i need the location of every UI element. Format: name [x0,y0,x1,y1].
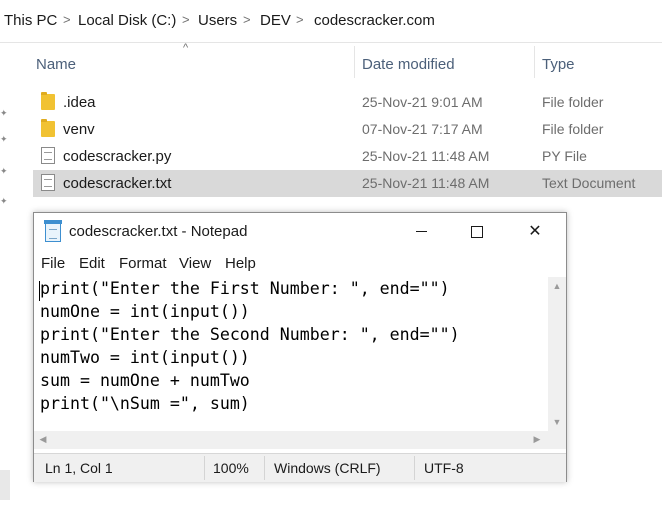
list-item[interactable]: .idea 25-Nov-21 9:01 AM File folder [33,89,662,116]
chevron-right-icon[interactable]: > [182,12,190,27]
scroll-right-icon[interactable]: ▶ [528,434,546,445]
text-file-icon [41,174,55,191]
column-divider[interactable] [354,46,355,78]
column-header-name[interactable]: Name [36,56,76,73]
navigation-pane-edge: ✦ ✦ ✦ ✦ [0,78,12,208]
file-name: codescracker.txt [63,175,172,192]
chevron-right-icon[interactable]: > [296,12,304,27]
status-bar: Ln 1, Col 1 100% Windows (CRLF) UTF-8 [34,453,566,482]
file-date: 25-Nov-21 11:48 AM [362,175,490,191]
list-item[interactable]: venv 07-Nov-21 7:17 AM File folder [33,116,662,143]
menu-edit[interactable]: Edit [79,255,105,272]
chevron-right-icon[interactable]: > [63,12,71,27]
chevron-right-icon[interactable]: > [243,12,251,27]
zoom-level: 100% [213,460,249,476]
code-line: numTwo = int(input()) [40,348,250,367]
breadcrumb-local-disk[interactable]: Local Disk (C:) [78,12,176,29]
file-date: 25-Nov-21 9:01 AM [362,94,483,110]
status-divider [414,456,415,480]
menu-bar: File Edit Format View Help [34,251,566,277]
scroll-left-icon[interactable]: ◀ [34,434,52,445]
breadcrumb-dev[interactable]: DEV [260,12,291,29]
pin-icon: ✦ [0,196,8,206]
scroll-up-icon[interactable]: ▲ [548,281,566,291]
code-line: print("Enter the Second Number: ", end="… [40,325,460,344]
breadcrumb-users[interactable]: Users [198,12,237,29]
file-type: File folder [542,121,604,137]
cursor-position: Ln 1, Col 1 [45,460,113,476]
line-ending: Windows (CRLF) [274,460,381,476]
list-item-selected[interactable]: codescracker.txt 25-Nov-21 11:48 AM Text… [33,170,662,197]
folder-icon [41,119,55,137]
minimize-button[interactable] [398,213,444,251]
navigation-pane-scroll [0,470,10,500]
encoding: UTF-8 [424,460,464,476]
pin-icon: ✦ [0,166,8,176]
file-name: .idea [63,94,96,111]
list-item[interactable]: codescracker.py 25-Nov-21 11:48 AM PY Fi… [33,143,662,170]
file-name: codescracker.py [63,148,172,165]
column-header-date-modified[interactable]: Date modified [362,56,455,73]
menu-help[interactable]: Help [225,255,256,272]
file-type: Text Document [542,175,636,191]
file-type: File folder [542,94,604,110]
scrollbar-corner [548,431,566,449]
notepad-icon [44,220,62,242]
menu-file[interactable]: File [41,255,65,272]
horizontal-scrollbar[interactable]: ◀ ▶ [34,431,548,449]
column-header-type[interactable]: Type [542,56,575,73]
code-line: print("\nSum =", sum) [40,394,250,413]
pin-icon: ✦ [0,108,8,118]
pin-icon: ✦ [0,134,8,144]
close-button[interactable]: ✕ [512,213,558,251]
file-name: venv [63,121,95,138]
python-file-icon [41,147,55,164]
text-editor[interactable]: print("Enter the First Number: ", end=""… [34,277,548,429]
status-divider [264,456,265,480]
maximize-button[interactable] [454,213,500,251]
scroll-down-icon[interactable]: ▼ [548,417,566,427]
breadcrumb-this-pc[interactable]: This PC [4,12,57,29]
vertical-scrollbar[interactable]: ▲ ▼ [548,277,566,431]
sort-ascending-icon: ^ [183,42,189,54]
code-line: numOne = int(input()) [40,302,250,321]
close-icon: ✕ [528,223,542,240]
file-date: 25-Nov-21 11:48 AM [362,148,490,164]
title-bar[interactable]: codescracker.txt - Notepad ✕ [34,213,566,251]
minimize-icon [415,231,427,233]
maximize-icon [471,225,483,238]
file-date: 07-Nov-21 7:17 AM [362,121,483,137]
code-line: sum = numOne + numTwo [40,371,250,390]
folder-icon [41,92,55,110]
status-divider [204,456,205,480]
column-divider[interactable] [534,46,535,78]
file-type: PY File [542,148,587,164]
breadcrumb-codescracker[interactable]: codescracker.com [314,12,435,29]
code-line: print("Enter the First Number: ", end=""… [40,279,450,298]
window-title: codescracker.txt - Notepad [69,223,248,240]
notepad-window[interactable]: codescracker.txt - Notepad ✕ File Edit F… [33,212,567,482]
menu-view[interactable]: View [179,255,211,272]
address-breadcrumb[interactable]: This PC > Local Disk (C:) > Users > DEV … [0,0,662,43]
menu-format[interactable]: Format [119,255,167,272]
